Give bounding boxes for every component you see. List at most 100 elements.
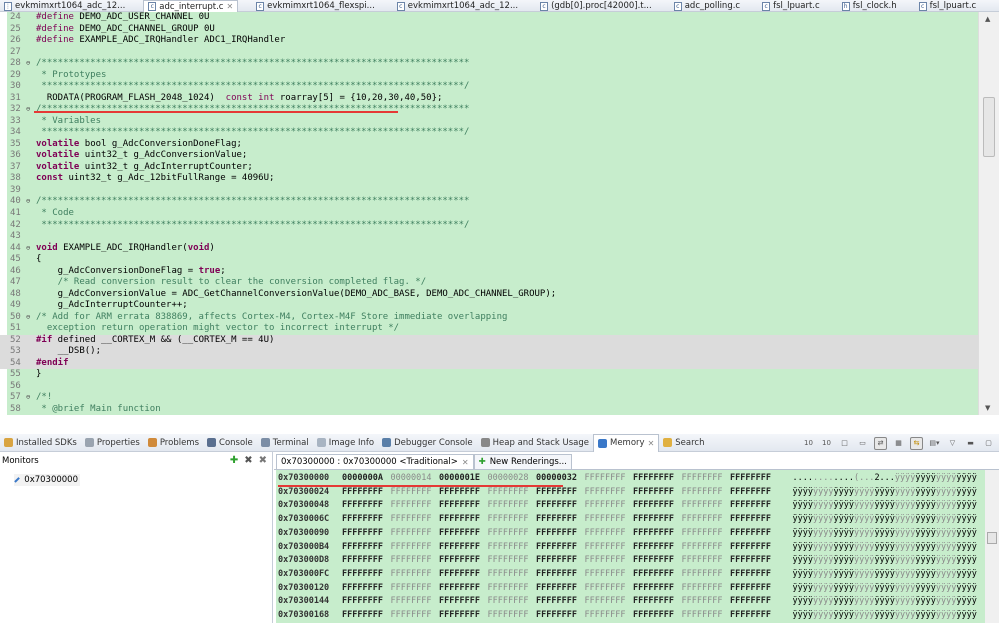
memory-word[interactable]: FFFFFFFF [342, 595, 391, 609]
editor-vertical-scrollbar[interactable]: ▲ ▼ [978, 12, 999, 415]
editor-tab[interactable]: h fsl_clock.h [838, 0, 901, 12]
memory-word[interactable]: FFFFFFFF [488, 554, 537, 568]
memory-word[interactable]: FFFFFFFF [682, 609, 731, 623]
memory-word[interactable]: FFFFFFFF [391, 499, 440, 513]
memory-word[interactable]: FFFFFFFF [488, 595, 537, 609]
editor-tab[interactable]: c evkmimxrt1064_adc_12... [393, 0, 522, 12]
memory-word[interactable]: FFFFFFFF [585, 499, 634, 513]
code-editor[interactable]: 24 #define DEMO_ADC_USER_CHANNEL 0U 25 #def… [0, 12, 978, 415]
view-tab-image-info[interactable]: Image Info [313, 434, 378, 452]
memory-word[interactable]: FFFFFFFF [391, 486, 440, 500]
memory-grid[interactable]: 0x70300000 0000000A 00000014 0000001E 000000… [276, 470, 985, 623]
memory-word[interactable]: FFFFFFFF [536, 582, 585, 596]
memory-word[interactable]: FFFFFFFF [682, 472, 731, 486]
memory-word[interactable]: FFFFFFFF [633, 499, 682, 513]
memory-word[interactable]: FFFFFFFF [391, 609, 440, 623]
memory-word[interactable]: FFFFFFFF [682, 582, 731, 596]
memory-word[interactable]: FFFFFFFF [391, 595, 440, 609]
memory-word[interactable]: FFFFFFFF [633, 595, 682, 609]
memory-word[interactable]: FFFFFFFF [633, 582, 682, 596]
memory-word[interactable]: FFFFFFFF [633, 568, 682, 582]
editor-tab[interactable]: c adc_polling.c [670, 0, 744, 12]
memory-vertical-scrollbar[interactable] [985, 470, 999, 623]
view-tab-terminal[interactable]: Terminal [257, 434, 313, 452]
close-icon[interactable]: ✕ [226, 2, 233, 11]
format-menu-icon[interactable]: ▤▾ [928, 437, 941, 450]
memory-word[interactable]: FFFFFFFF [536, 527, 585, 541]
memory-word[interactable]: FFFFFFFF [682, 595, 731, 609]
memory-word[interactable]: FFFFFFFF [488, 486, 537, 500]
memory-word[interactable]: FFFFFFFF [633, 472, 682, 486]
memory-word[interactable]: FFFFFFFF [488, 582, 537, 596]
memory-word[interactable]: FFFFFFFF [730, 554, 779, 568]
monitor-item[interactable]: 0x70300000 [14, 474, 80, 486]
memory-word[interactable]: FFFFFFFF [391, 554, 440, 568]
scroll-thumb[interactable] [987, 532, 997, 544]
memory-word[interactable]: 00000028 [488, 472, 537, 486]
memory-word[interactable]: FFFFFFFF [439, 582, 488, 596]
memory-word[interactable]: FFFFFFFF [488, 499, 537, 513]
memory-word[interactable]: FFFFFFFF [633, 513, 682, 527]
add-monitor-icon[interactable]: ✚ [230, 455, 238, 466]
memory-word[interactable]: FFFFFFFF [439, 595, 488, 609]
memory-word[interactable]: FFFFFFFF [536, 513, 585, 527]
memory-word[interactable]: FFFFFFFF [682, 513, 731, 527]
memory-word[interactable]: FFFFFFFF [342, 568, 391, 582]
memory-word[interactable]: FFFFFFFF [730, 609, 779, 623]
memory-word[interactable]: FFFFFFFF [488, 568, 537, 582]
view-tab-heap-and-stack-usage[interactable]: Heap and Stack Usage [477, 434, 593, 452]
memory-word[interactable]: FFFFFFFF [391, 513, 440, 527]
memory-word[interactable]: FFFFFFFF [585, 582, 634, 596]
memory-word[interactable]: FFFFFFFF [682, 527, 731, 541]
fold-toggle-icon[interactable]: ⊖ [26, 392, 30, 404]
memory-word[interactable]: FFFFFFFF [633, 554, 682, 568]
memory-word[interactable]: FFFFFFFF [536, 609, 585, 623]
memory-word[interactable]: 0000001E [439, 472, 488, 486]
memory-word[interactable]: FFFFFFFF [439, 541, 488, 555]
new-page-icon[interactable]: □ [838, 437, 851, 450]
memory-word[interactable]: FFFFFFFF [585, 527, 634, 541]
memory-word[interactable]: 00000014 [391, 472, 440, 486]
scroll-thumb[interactable] [983, 97, 995, 157]
link-memory-icon[interactable]: ⇄ [874, 436, 887, 450]
memory-word[interactable]: FFFFFFFF [730, 595, 779, 609]
memory-word[interactable]: FFFFFFFF [633, 609, 682, 623]
remove-all-monitors-icon[interactable]: ✖ [259, 455, 267, 466]
editor-tab[interactable]: c (gdb[0].proc[42000].t... [536, 0, 656, 12]
scroll-up-icon[interactable]: ▲ [985, 15, 990, 23]
fold-toggle-icon[interactable]: ⊖ [26, 312, 30, 324]
memory-word[interactable]: FFFFFFFF [682, 486, 731, 500]
fold-toggle-icon[interactable]: ⊖ [26, 243, 30, 255]
memory-word[interactable]: FFFFFFFF [633, 541, 682, 555]
view-tab-console[interactable]: Console [203, 434, 257, 452]
memory-word[interactable]: FFFFFFFF [730, 541, 779, 555]
fold-toggle-icon[interactable]: ⊖ [26, 196, 30, 208]
memory-word[interactable]: FFFFFFFF [342, 527, 391, 541]
sync-icon[interactable]: ⇆ [910, 436, 923, 450]
memory-word[interactable]: FFFFFFFF [536, 568, 585, 582]
memory-word[interactable]: FFFFFFFF [633, 527, 682, 541]
memory-word[interactable]: FFFFFFFF [342, 513, 391, 527]
fold-toggle-icon[interactable]: ⊖ [26, 104, 30, 116]
memory-word[interactable]: FFFFFFFF [536, 541, 585, 555]
view-tab-search[interactable]: Search [659, 434, 708, 452]
view-tab-installed-sdks[interactable]: Installed SDKs [0, 434, 81, 452]
memory-word[interactable]: FFFFFFFF [585, 541, 634, 555]
scroll-down-icon[interactable]: ▼ [985, 404, 990, 412]
memory-word[interactable]: FFFFFFFF [439, 499, 488, 513]
rendering-tab-traditional[interactable]: 0x70300000 : 0x70300000 <Traditional> ✕ [276, 454, 474, 469]
view-tab-problems[interactable]: Problems [144, 434, 203, 452]
memory-word[interactable]: FFFFFFFF [342, 499, 391, 513]
memory-word[interactable]: 00000032 [536, 472, 585, 486]
memory-word[interactable]: FFFFFFFF [439, 568, 488, 582]
memory-word[interactable]: FFFFFFFF [682, 568, 731, 582]
editor-tab[interactable]: c adc_interrupt.c ✕ [143, 0, 239, 12]
import-icon[interactable]: 10 [802, 437, 815, 450]
memory-word[interactable]: FFFFFFFF [439, 513, 488, 527]
memory-word[interactable]: FFFFFFFF [730, 582, 779, 596]
memory-word[interactable]: FFFFFFFF [391, 527, 440, 541]
editor-tab[interactable]: ⋮ evkmimxrt1064_adc_12... [0, 0, 129, 12]
memory-word[interactable]: FFFFFFFF [730, 527, 779, 541]
memory-word[interactable]: FFFFFFFF [585, 595, 634, 609]
memory-word[interactable]: FFFFFFFF [439, 486, 488, 500]
